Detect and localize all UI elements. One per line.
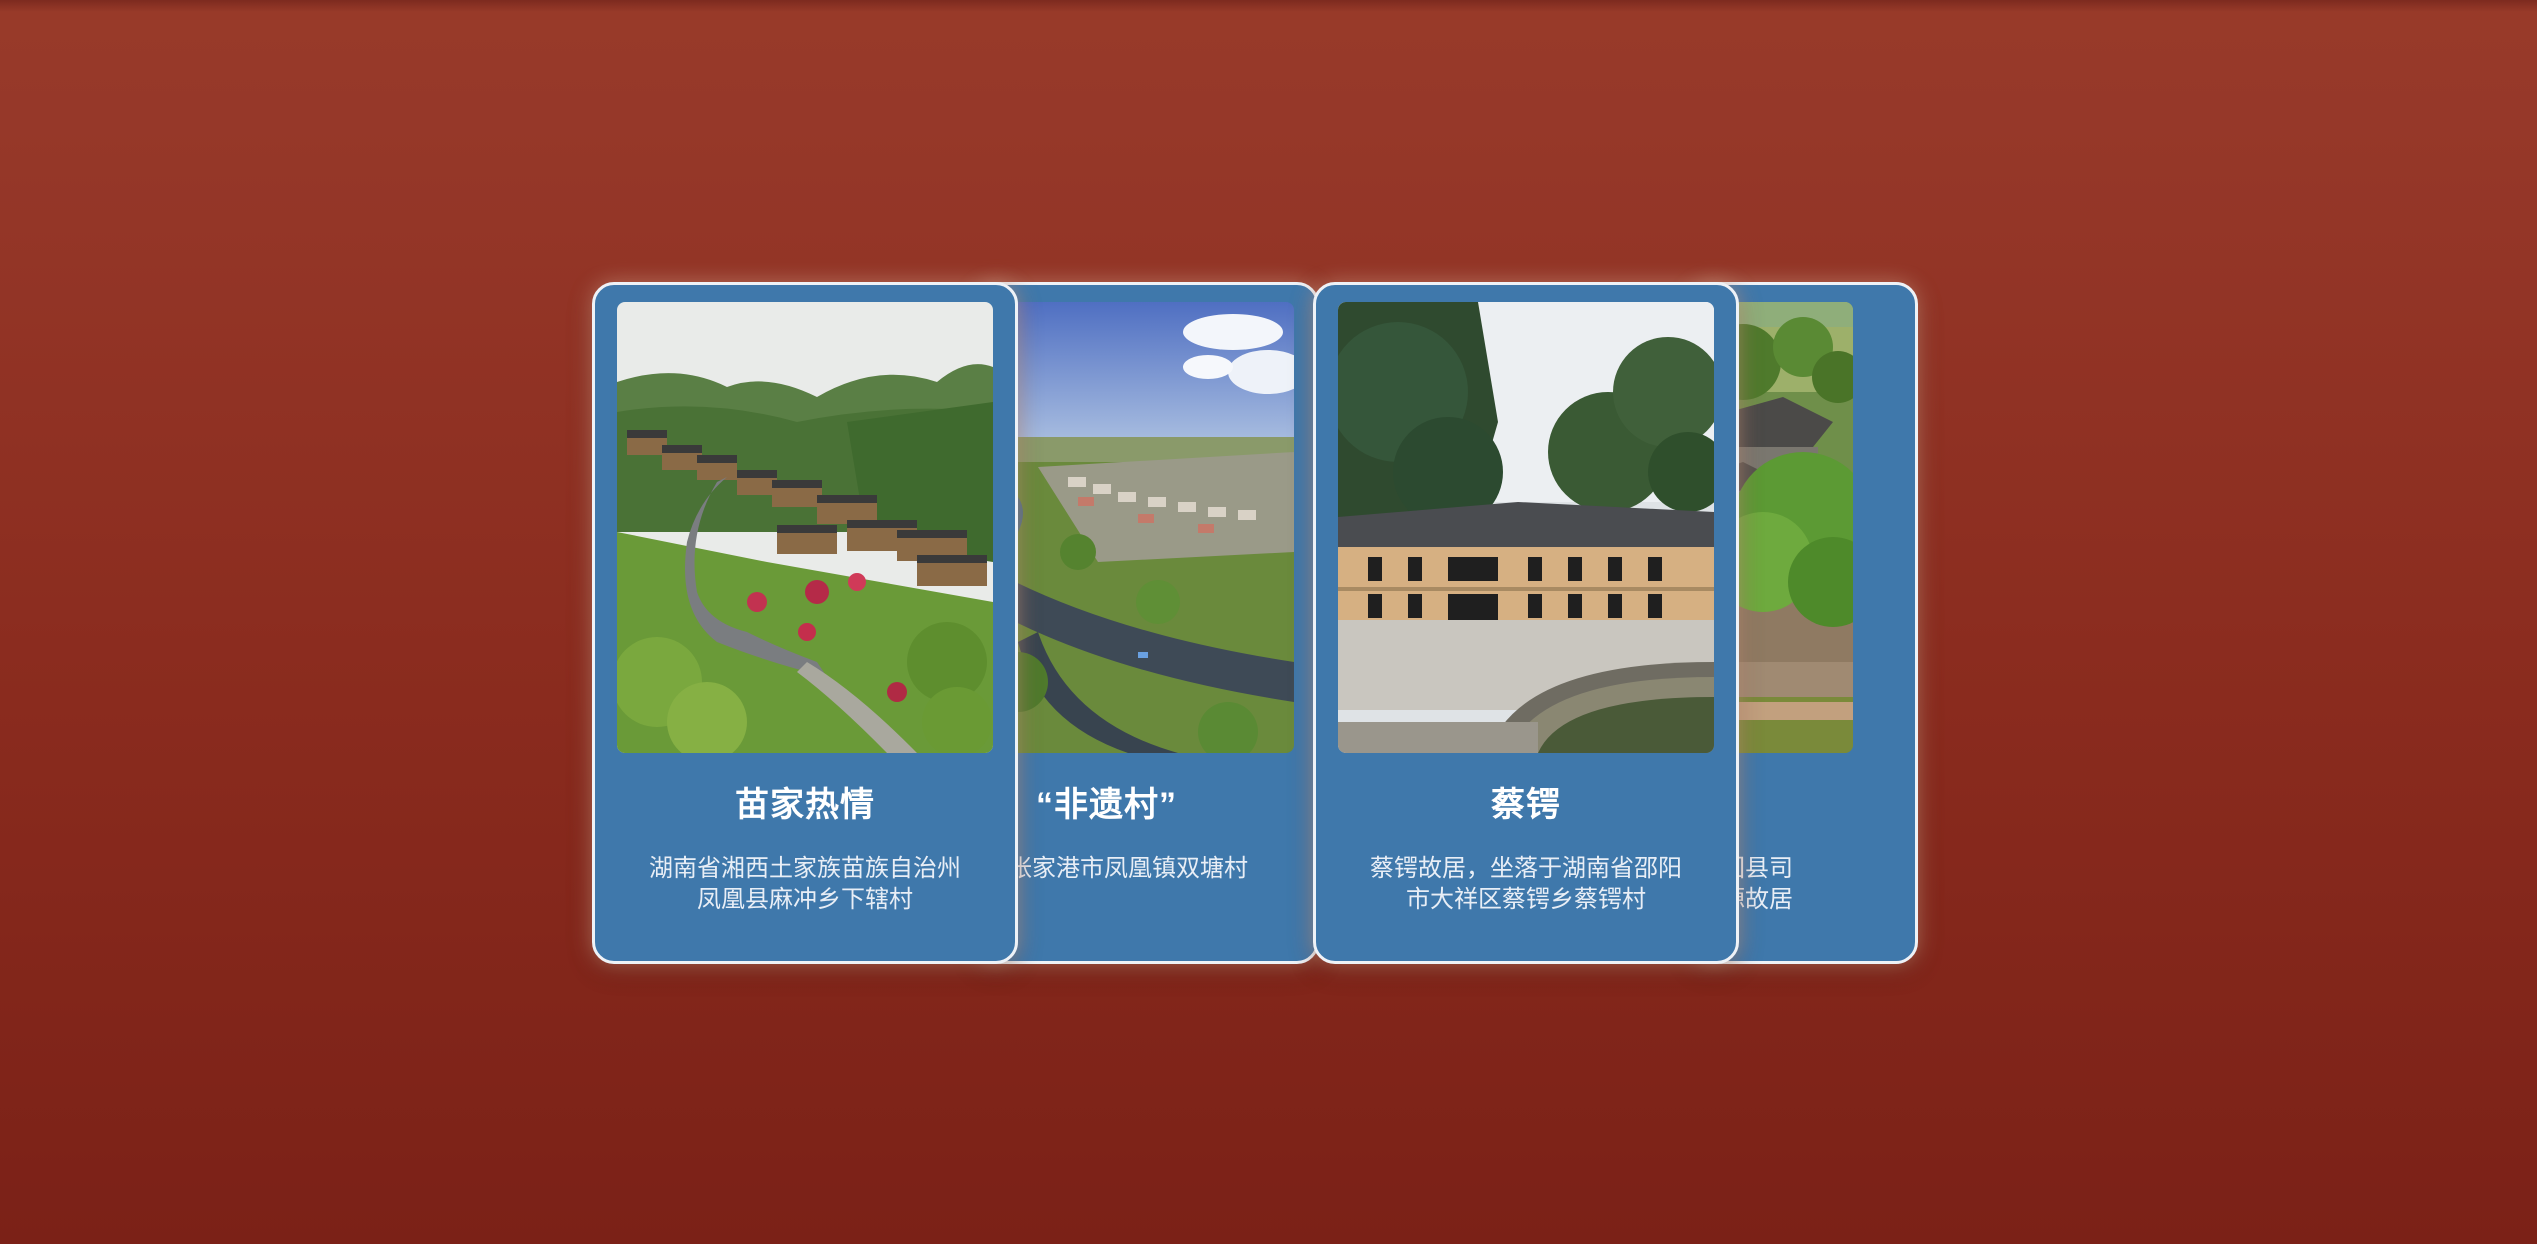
- card-description-line: 市大祥区蔡锷乡蔡锷村: [1406, 886, 1646, 913]
- card-title: “非遗村”: [1036, 786, 1177, 824]
- card-photo: [1338, 302, 1714, 753]
- carousel-card-feiyicun[interactable]: “非遗村” 张家港市凤凰镇双塘村: [975, 282, 1319, 964]
- carousel-card-miaojia[interactable]: 苗家热情 湖南省湘西土家族苗族自治州 凤凰县麻冲乡下辖村: [592, 282, 1018, 964]
- card-description-line: 湖南省湘西土家族苗族自治州: [649, 855, 961, 882]
- card-title: 苗家热情: [735, 786, 875, 824]
- mountain-village-photo: [617, 302, 993, 753]
- card-description-line: 张家港市凤凰镇双塘村: [1008, 855, 1248, 882]
- card-description-line: 凤凰县麻冲乡下辖村: [697, 886, 913, 913]
- card-description: 张家港市凤凰镇双塘村: [1008, 853, 1248, 884]
- carousel: 市隆回县司 的魏源故居: [0, 0, 2537, 1244]
- card-description: 湖南省湘西土家族苗族自治州 凤凰县麻冲乡下辖村: [595, 853, 1015, 915]
- historic-residence-photo: [1338, 302, 1714, 753]
- card-photo: [617, 302, 993, 753]
- card-description: 蔡锷故居，坐落于湖南省邵阳 市大祥区蔡锷乡蔡锷村: [1316, 853, 1736, 915]
- river-town-road-photo: [978, 302, 1294, 753]
- carousel-card-caie[interactable]: 蔡锷 蔡锷故居，坐落于湖南省邵阳 市大祥区蔡锷乡蔡锷村: [1313, 282, 1739, 964]
- card-description-line: 蔡锷故居，坐落于湖南省邵阳: [1370, 855, 1682, 882]
- card-photo: [978, 302, 1294, 753]
- card-title: 蔡锷: [1491, 786, 1561, 824]
